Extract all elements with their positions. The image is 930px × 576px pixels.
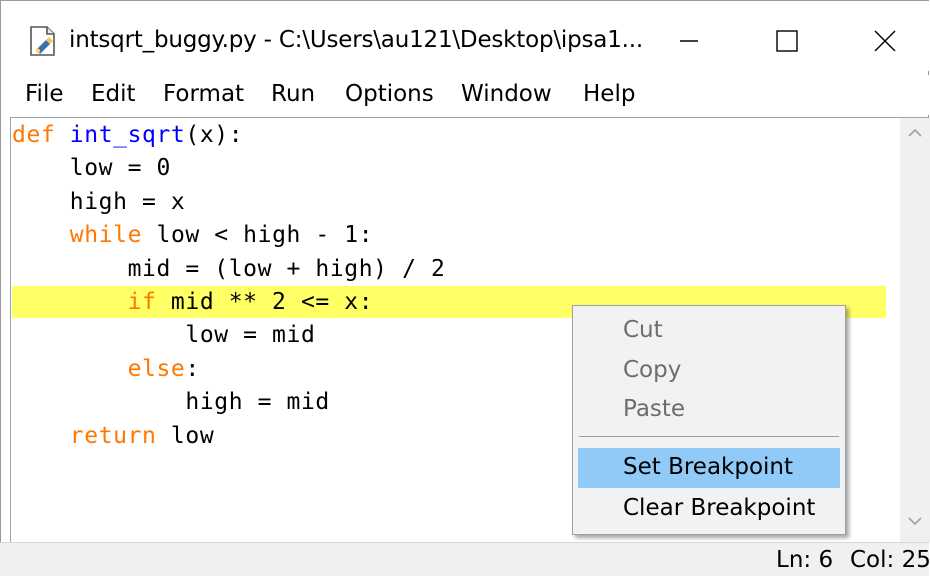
status-line-number: Ln: 6	[776, 547, 834, 573]
menu-edit[interactable]: Edit	[91, 81, 136, 107]
menu-file[interactable]: File	[25, 81, 64, 107]
code-line: mid = (low + high) / 2	[12, 256, 445, 282]
keyword-token: def	[12, 122, 56, 148]
menu-window[interactable]: Window	[461, 81, 552, 107]
menu-help[interactable]: Help	[583, 81, 635, 107]
code-token: mid = (low + high) / 2	[12, 255, 446, 282]
code-line: high = mid	[12, 389, 330, 415]
keyword-token: return	[69, 422, 157, 449]
maximize-icon	[776, 30, 798, 52]
context-menu-separator	[579, 436, 839, 437]
context-menu-set-breakpoint[interactable]: Set Breakpoint	[623, 454, 793, 480]
python-file-icon	[27, 24, 61, 58]
scroll-up-icon[interactable]	[906, 124, 924, 142]
title-bar[interactable]: intsqrt_buggy.py - C:\Users\au121\Deskto…	[1, 1, 930, 71]
code-line: low = mid	[12, 322, 315, 348]
code-line: else:	[12, 356, 200, 382]
code-line: high = x	[12, 189, 185, 215]
close-button[interactable]	[865, 21, 905, 61]
context-menu-copy[interactable]: Copy	[623, 357, 681, 383]
context-menu: Cut Copy Paste Set Breakpoint Clear Brea…	[572, 305, 846, 535]
code-token: low < high - 1:	[142, 222, 374, 249]
menu-bar: File Edit Format Run Options Window Help	[1, 75, 930, 115]
menu-format[interactable]: Format	[163, 81, 244, 107]
code-token: (x):	[185, 122, 244, 148]
minimize-icon	[680, 40, 698, 42]
code-token: high = mid	[12, 389, 330, 416]
minimize-button[interactable]	[669, 21, 709, 61]
code-token: :	[185, 355, 200, 382]
keyword-token: while	[69, 222, 143, 249]
code-token: low	[156, 422, 215, 449]
status-bar: Ln: 6 Col: 25	[0, 542, 930, 576]
context-menu-clear-breakpoint[interactable]: Clear Breakpoint	[623, 495, 815, 521]
menu-options[interactable]: Options	[345, 81, 434, 107]
code-line: return low	[12, 423, 214, 449]
scroll-down-icon[interactable]	[906, 512, 924, 530]
keyword-token: if	[127, 289, 157, 315]
function-name-token: int_sqrt	[69, 122, 186, 148]
keyword-token: else	[127, 355, 186, 382]
close-icon	[874, 30, 896, 52]
context-menu-cut[interactable]: Cut	[623, 317, 663, 343]
menu-run[interactable]: Run	[271, 81, 315, 107]
code-line: while low < high - 1:	[12, 222, 373, 248]
code-line: if mid ** 2 <= x:	[12, 289, 373, 315]
maximize-button[interactable]	[767, 21, 807, 61]
code-line: low = 0	[12, 155, 171, 181]
code-token: low = 0	[12, 155, 171, 182]
vertical-scrollbar[interactable]	[900, 118, 930, 542]
window-title: intsqrt_buggy.py - C:\Users\au121\Deskto…	[69, 27, 643, 53]
code-token: high = x	[12, 188, 186, 215]
code-token: mid ** 2 <= x:	[156, 289, 374, 315]
code-token: low = mid	[12, 322, 316, 349]
context-menu-paste[interactable]: Paste	[623, 396, 685, 422]
code-line: def int_sqrt(x):	[12, 122, 243, 148]
status-column-number: Col: 25	[850, 547, 930, 573]
